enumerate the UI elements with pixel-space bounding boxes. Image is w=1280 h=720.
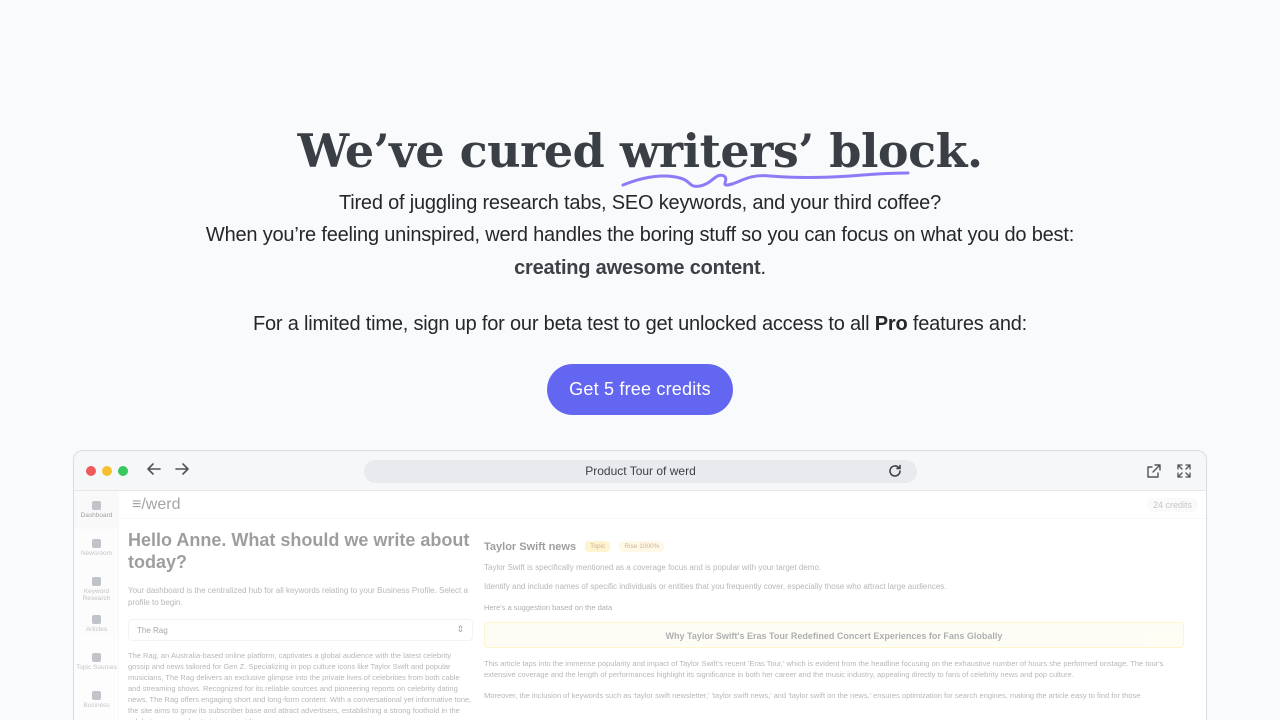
subtitle-period: . <box>760 257 767 279</box>
topic-guidance: Identify and include names of specific i… <box>484 582 947 591</box>
sidebar-item-keyword-research[interactable]: Keyword Research <box>74 567 119 605</box>
reload-icon[interactable] <box>887 463 903 479</box>
article-paragraph-2: Moreover, the inclusion of keywords such… <box>484 691 1141 700</box>
beta-offer-end: features and: <box>907 313 1028 335</box>
profile-select[interactable]: The Rag <box>128 619 473 641</box>
topic-description: Taylor Swift is specifically mentioned a… <box>484 563 822 572</box>
product-tour-browser: Product Tour of werd Dashboard Newsroom … <box>73 450 1207 720</box>
app-preview: Dashboard Newsroom Keyword Research Arti… <box>74 491 1206 720</box>
suggested-article-title[interactable]: Why Taylor Swift's Eras Tour Redefined C… <box>484 622 1184 648</box>
greeting-description: Your dashboard is the centralized hub fo… <box>128 586 468 607</box>
trend-tag: Rise 1000% <box>619 541 665 552</box>
article-paragraph-1: This article taps into the immense popul… <box>484 659 1164 679</box>
sidebar-label: Keyword Research <box>82 588 111 602</box>
minimize-window-dot[interactable] <box>102 466 112 476</box>
beta-offer-lead: For a limited time, sign up for our beta… <box>252 313 875 335</box>
sidebar-item-articles[interactable]: Articles <box>74 605 119 643</box>
app-topbar: ≡/werd 24 credits <box>120 491 1206 519</box>
topic-title: Taylor Swift news <box>484 541 577 553</box>
sidebar-label: Topic Sources <box>76 664 117 671</box>
profile-description: The Rag, an Australia-based online platf… <box>128 651 472 720</box>
pro-label: Pro <box>874 313 908 335</box>
subtitle-line-2: When you’re feeling uninspired, werd han… <box>205 224 1075 246</box>
grid-icon <box>92 501 101 510</box>
topic-tag: Topic <box>585 541 611 552</box>
monitor-icon <box>92 653 101 662</box>
sidebar-item-dashboard[interactable]: Dashboard <box>74 491 119 529</box>
browser-chrome: Product Tour of werd <box>74 451 1206 491</box>
sidebar-label: Articles <box>85 626 108 633</box>
dashboard-intro: Hello Anne. What should we write about t… <box>128 529 473 720</box>
document-icon <box>92 615 101 624</box>
headline-period: . <box>967 124 983 178</box>
sidebar-item-newsroom[interactable]: Newsroom <box>74 529 119 567</box>
sidebar-item-business[interactable]: Business <box>74 681 119 719</box>
topic-heading[interactable]: Taylor Swift news Topic Rise 1000% <box>484 541 1184 553</box>
maximize-window-dot[interactable] <box>118 466 128 476</box>
credits-badge: 24 credits <box>1146 498 1198 512</box>
building-icon <box>92 691 101 700</box>
squiggle-underline-icon <box>621 171 910 188</box>
url-label: Product Tour of werd <box>585 464 696 478</box>
fullscreen-icon[interactable] <box>1176 463 1192 479</box>
subtitle-emphasis: creating awesome content <box>514 257 761 279</box>
chart-icon <box>92 577 101 586</box>
megaphone-icon <box>92 539 101 548</box>
subtitle-line-1: Tired of juggling research tabs, SEO key… <box>338 192 942 214</box>
forward-arrow-icon[interactable] <box>173 461 191 481</box>
sidebar-label: Newsroom <box>80 550 113 557</box>
topic-panel: Taylor Swift news Topic Rise 1000% Taylo… <box>484 541 1184 701</box>
headline-lead: We’ve cured <box>297 124 620 178</box>
get-free-credits-button[interactable]: Get 5 free credits <box>547 364 733 415</box>
close-window-dot[interactable] <box>86 466 96 476</box>
sidebar-item-topic-sources[interactable]: Topic Sources <box>74 643 119 681</box>
external-link-icon[interactable] <box>1146 463 1162 479</box>
back-arrow-icon[interactable] <box>145 461 163 481</box>
sidebar-label: Dashboard <box>80 512 113 519</box>
app-sidebar: Dashboard Newsroom Keyword Research Arti… <box>74 491 119 720</box>
werd-logo[interactable]: ≡/werd <box>132 496 180 514</box>
subtitle-line-3: creating awesome content. <box>0 257 1280 280</box>
url-bar[interactable]: Product Tour of werd <box>364 460 917 483</box>
suggestion-label: Here's a suggestion based on the data <box>484 603 613 612</box>
greeting-heading: Hello Anne. What should we write about t… <box>128 530 470 572</box>
beta-offer-text: For a limited time, sign up for our beta… <box>0 313 1280 336</box>
sidebar-label: Business <box>83 702 110 709</box>
